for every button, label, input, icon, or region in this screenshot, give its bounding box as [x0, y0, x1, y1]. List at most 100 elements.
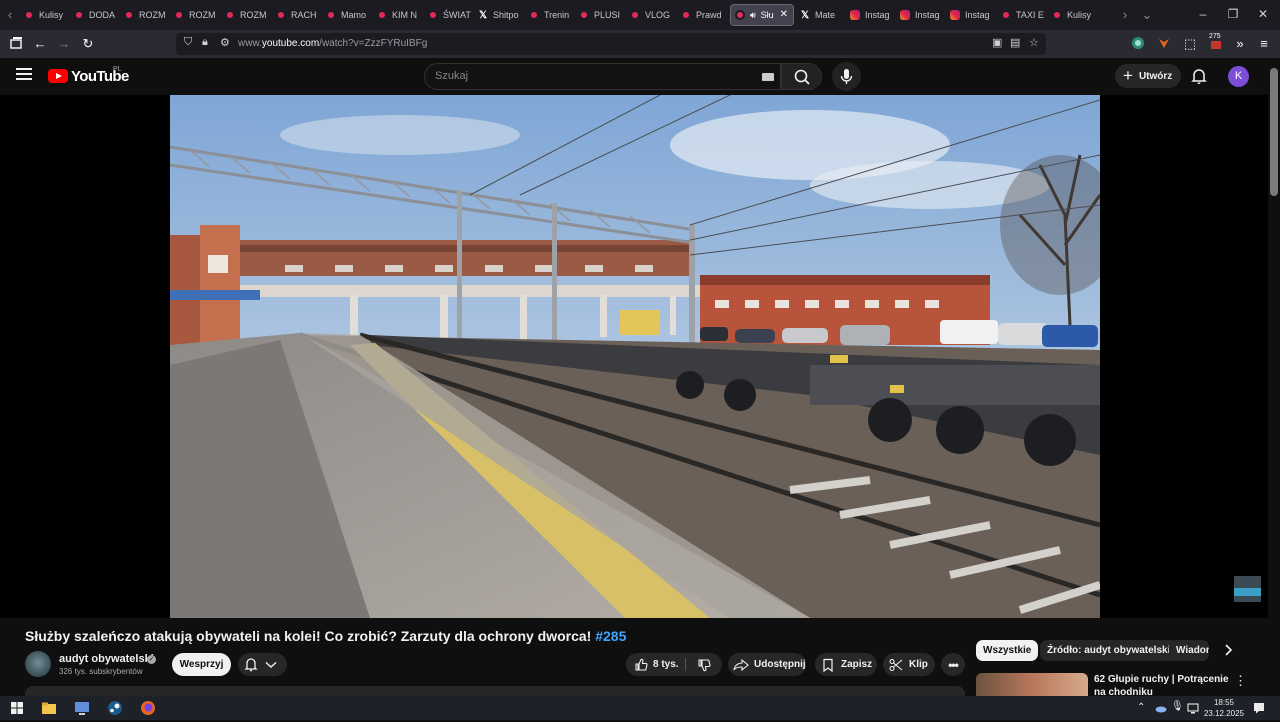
recommended-video-thumbnail[interactable] — [976, 673, 1088, 697]
tab-overview-icon[interactable] — [8, 36, 24, 52]
hamburger-menu-icon[interactable] — [16, 68, 32, 82]
recommended-more-vert-icon[interactable]: ⋮ — [1234, 674, 1247, 688]
browser-tab[interactable]: Instag — [896, 4, 946, 26]
join-button[interactable]: Wesprzyj — [172, 653, 231, 676]
description-box[interactable] — [25, 686, 965, 696]
network-icon[interactable] — [1186, 701, 1200, 715]
tab-audio-speaker-icon[interactable]: 🔊︎ — [750, 10, 756, 21]
system-clock[interactable]: 18:55 23.12.2025 — [1200, 697, 1248, 719]
subscription-notification-button[interactable] — [238, 653, 287, 676]
video-hashtag-link[interactable]: #285 — [595, 628, 626, 644]
reload-icon[interactable]: ↻ — [80, 36, 96, 52]
notifications-bell-icon[interactable] — [1190, 67, 1208, 85]
chips-next-chevron-icon[interactable] — [1220, 642, 1236, 658]
tracking-shield-icon[interactable]: ⛉ — [184, 36, 192, 49]
browser-tab[interactable]: TAXI E — [997, 4, 1047, 26]
browser-tab[interactable]: 🔊︎ Słu ✕ — [730, 4, 794, 26]
browser-tab[interactable]: Kulisy — [1048, 4, 1098, 26]
microphone-icon — [840, 69, 853, 84]
video-frame[interactable] — [170, 95, 1100, 618]
browser-tab[interactable]: Instag — [946, 4, 996, 26]
keyboard-icon[interactable] — [762, 73, 774, 81]
like-count: 8 tys. — [653, 659, 679, 670]
dislike-button[interactable] — [686, 653, 722, 676]
account-avatar[interactable]: K — [1228, 66, 1249, 87]
minimize-window-icon[interactable]: – — [1194, 7, 1212, 21]
youtube-icon — [174, 10, 184, 20]
youtube-icon — [276, 10, 286, 20]
steam-icon[interactable] — [106, 699, 124, 717]
share-arrow-icon — [733, 658, 749, 671]
clip-button[interactable]: Klip — [883, 653, 935, 676]
overflow-chevrons-icon[interactable]: » — [1232, 36, 1248, 52]
browser-tab[interactable]: 𝕏 Shitpo — [474, 4, 524, 26]
chip-all[interactable]: Wszystkie — [976, 640, 1039, 661]
recommended-video-title[interactable]: 62 Głupie ruchy | Potrącenie na chodniku — [1094, 673, 1229, 697]
picture-in-picture-icon[interactable]: ▣ — [992, 36, 1002, 49]
url-text[interactable]: www.youtube.com/watch?v=ZzzFYRuIBFg — [238, 38, 427, 49]
close-window-icon[interactable]: ✕ — [1254, 7, 1272, 21]
search-input[interactable] — [435, 70, 735, 82]
extension-shield-icon[interactable] — [1130, 36, 1146, 52]
file-explorer-icon[interactable] — [40, 699, 58, 717]
permissions-icon[interactable]: ⚙︎ — [220, 36, 230, 49]
forward-arrow-icon[interactable]: → — [56, 36, 72, 52]
onedrive-icon[interactable] — [1154, 701, 1168, 715]
channel-watermark[interactable] — [1234, 576, 1261, 602]
browser-tab-label: KIM N — [392, 10, 418, 20]
voice-search-button[interactable] — [832, 62, 861, 91]
tray-overflow-chevron-icon[interactable]: ⌃ — [1137, 702, 1149, 714]
browser-tab[interactable]: Instag — [846, 4, 896, 26]
browser-tab[interactable]: PLUSI — [575, 4, 625, 26]
youtube-icon — [24, 10, 34, 20]
browser-tab[interactable]: Mamo — [322, 4, 372, 26]
browser-tab[interactable]: ROZM — [120, 4, 170, 26]
app-menu-icon[interactable]: ≡ — [1256, 36, 1272, 52]
like-button[interactable]: 8 tys. — [626, 653, 685, 676]
bookmark-star-icon[interactable]: ☆ — [1029, 36, 1039, 49]
microphone-tray-icon[interactable]: 🎙︎ — [1171, 701, 1184, 715]
save-button[interactable]: Zapisz — [815, 653, 877, 676]
chevron-down-icon — [265, 661, 277, 668]
channel-avatar[interactable] — [25, 651, 51, 677]
browser-tab[interactable]: DODA — [70, 4, 120, 26]
search-button[interactable] — [781, 63, 822, 90]
create-button[interactable]: + Utwórz — [1115, 64, 1181, 88]
extensions-puzzle-icon[interactable]: ⬚ — [1182, 36, 1198, 52]
page-scrollbar[interactable] — [1268, 58, 1280, 696]
remote-desktop-icon[interactable] — [73, 699, 91, 717]
windows-start-icon[interactable] — [8, 699, 26, 717]
chip-source-channel[interactable]: Źródło: audyt obywatelski — [1040, 640, 1178, 661]
browser-tab[interactable]: Prawd — [677, 4, 727, 26]
browser-tab[interactable]: RACH — [272, 4, 322, 26]
browser-tab[interactable]: ROZM — [221, 4, 271, 26]
scrollbar-thumb[interactable] — [1270, 68, 1278, 196]
tab-list-chevron-down-icon[interactable]: ⌄ — [1139, 6, 1155, 24]
reader-view-icon[interactable]: ▤ — [1010, 36, 1020, 49]
browser-tab[interactable]: KIM N — [373, 4, 423, 26]
video-player[interactable] — [0, 95, 1268, 618]
browser-tab[interactable]: ŚWIAT — [424, 4, 474, 26]
address-bar[interactable]: ⛉ 🔒︎ ⚙︎ www.youtube.com/watch?v=ZzzFYRuI… — [176, 33, 1046, 55]
notification-center-icon[interactable] — [1252, 701, 1266, 715]
browser-tab[interactable]: ROZM — [170, 4, 220, 26]
chip-news[interactable]: Wiadomości — [1169, 640, 1209, 661]
browser-tab[interactable]: Kulisy — [20, 4, 70, 26]
tab-close-icon[interactable]: ✕ — [780, 9, 788, 20]
youtube-icon — [428, 10, 438, 20]
browser-tab[interactable]: VLOG — [626, 4, 676, 26]
more-actions-button[interactable]: ••• — [941, 653, 965, 676]
channel-name[interactable]: audyt obywatelski — [59, 653, 154, 665]
browser-tab[interactable]: Trenin — [525, 4, 575, 26]
tabs-scroll-left-icon[interactable]: ‹ — [2, 6, 18, 24]
search-box[interactable] — [424, 63, 781, 90]
share-button[interactable]: Udostępnij — [728, 653, 806, 676]
lock-icon[interactable]: 🔒︎ — [202, 36, 208, 49]
tabs-scroll-right-icon[interactable]: › — [1117, 6, 1133, 24]
restore-window-icon[interactable]: ❐ — [1224, 7, 1242, 21]
firefox-icon[interactable] — [139, 699, 157, 717]
extension-fox-icon[interactable] — [1156, 36, 1172, 52]
browser-tab[interactable]: 𝕏 Mate — [796, 4, 846, 26]
back-arrow-icon[interactable]: ← — [32, 36, 48, 52]
youtube-icon — [124, 10, 134, 20]
